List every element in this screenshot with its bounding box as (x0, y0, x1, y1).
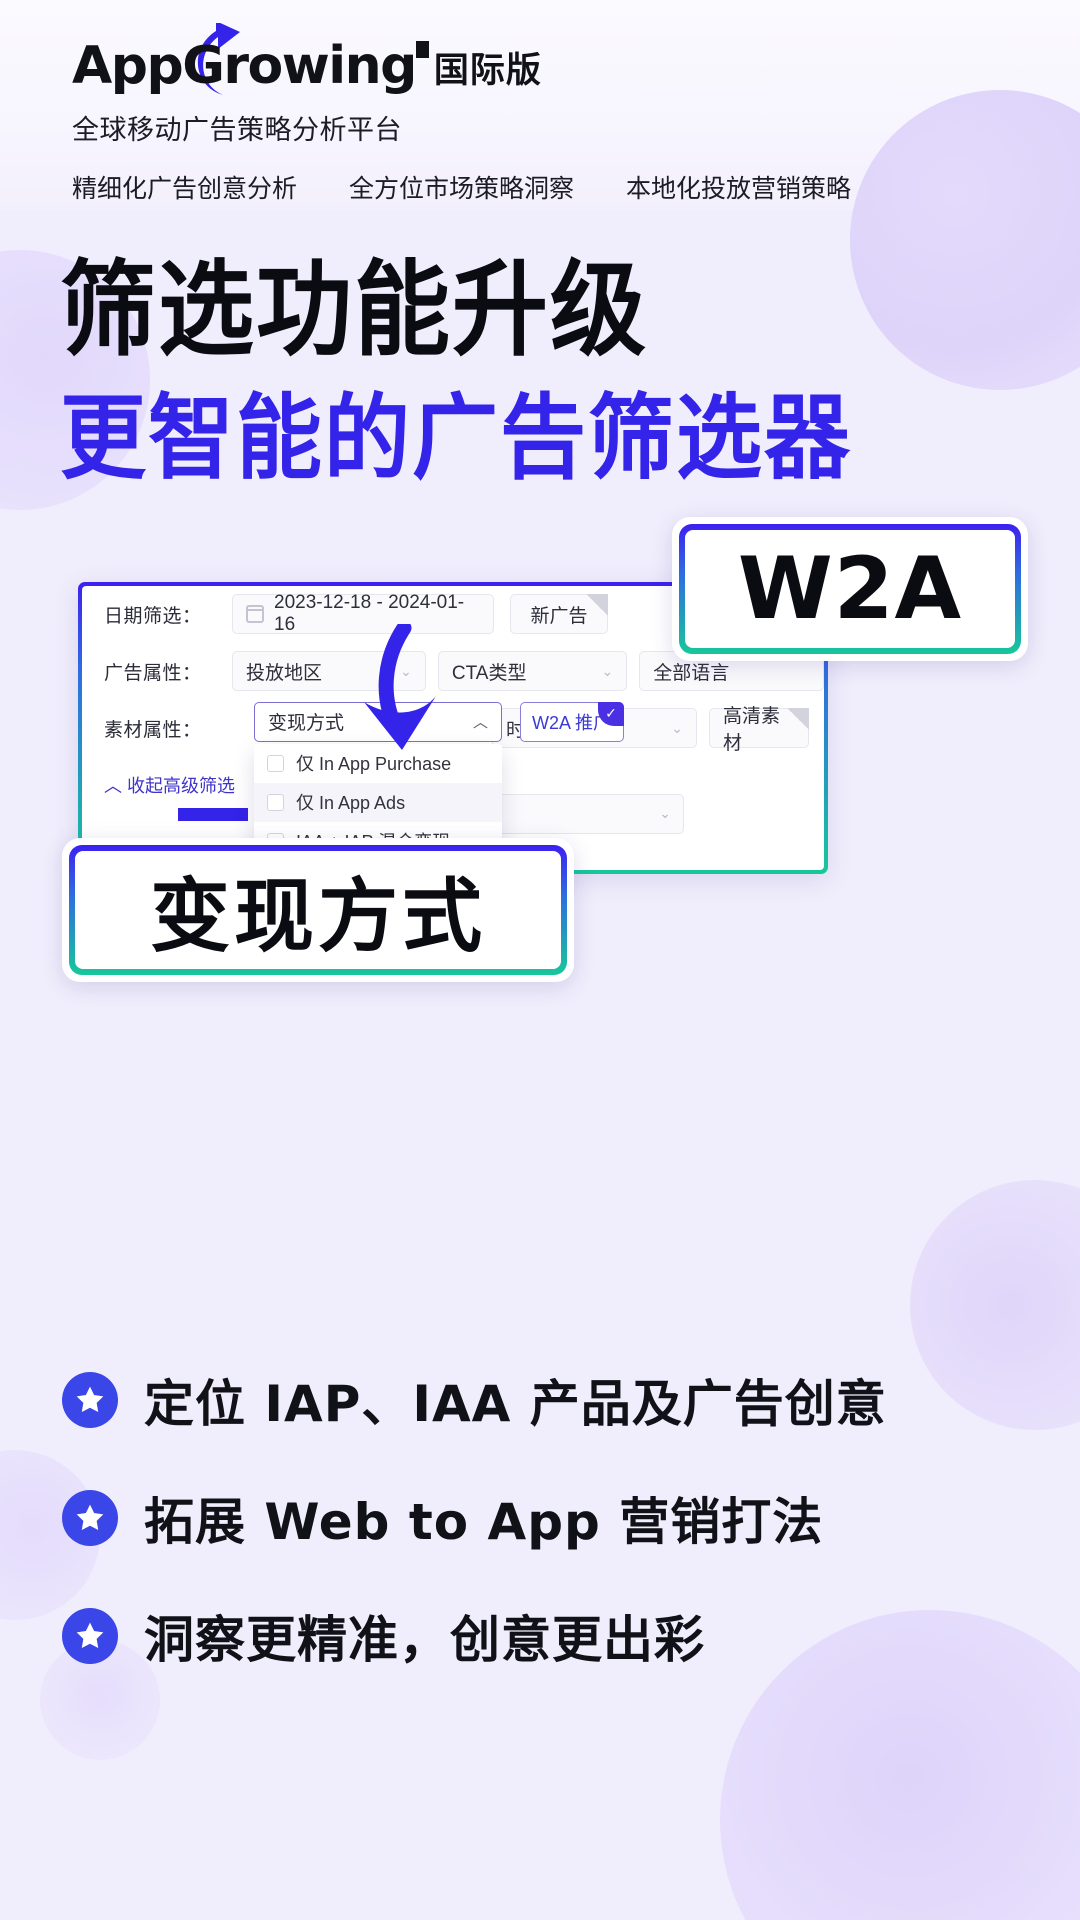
chevron-down-icon: ⌄ (601, 662, 614, 679)
new-ads-chip[interactable]: 新广告 (510, 594, 608, 635)
collapse-advanced-filters-link[interactable]: ︿ 收起高级筛选 (104, 772, 235, 798)
filter-label-ad-attributes: 广告属性： (104, 662, 202, 684)
callout-w2a: W2A (672, 516, 1028, 661)
callout-monetization-border: 变现方式 (69, 844, 567, 975)
chip-corner-icon (787, 708, 809, 731)
dropdown-option-label: 仅 In App Ads (296, 793, 406, 814)
new-ads-chip-label: 新广告 (530, 605, 588, 627)
filter-label-creative-attributes: 素材属性： (104, 719, 202, 741)
filter-label-date: 日期筛选： (104, 605, 202, 627)
headline-block: 筛选功能升级 更智能的广告筛选器 (0, 249, 1080, 488)
bullet-item: 拓展 Web to App 营销打法 (62, 1482, 1080, 1554)
star-badge-icon (62, 1607, 118, 1664)
pointer-arrow-icon (364, 623, 436, 750)
headline-primary: 筛选功能升级 (60, 249, 648, 371)
tagline-2: 全方位市场策略洞察 (349, 175, 575, 203)
callout-monetization-text: 变现方式 (75, 850, 561, 969)
feature-bullet-list: 定位 IAP、IAA 产品及广告创意 拓展 Web to App 营销打法 洞察… (0, 1364, 1080, 1672)
chevron-up-icon: ︿ (104, 775, 122, 796)
bullet-item: 定位 IAP、IAA 产品及广告创意 (62, 1364, 1080, 1436)
checkbox-icon[interactable] (267, 754, 284, 772)
logo-edition-badge: 国际版 (433, 51, 542, 90)
calendar-icon (246, 605, 264, 624)
headline-secondary: 更智能的广告筛选器 (60, 384, 852, 493)
logo-row: AppGrowing 国际版 (72, 23, 1080, 95)
chevron-down-icon: ⌄ (659, 805, 671, 822)
star-badge-icon (62, 1489, 118, 1546)
logo-wordmark: AppGrowing (72, 36, 417, 96)
hd-material-label: 高清素材 (723, 706, 781, 755)
callout-monetization: 变现方式 (62, 837, 574, 982)
monetization-select-value: 变现方式 (268, 713, 345, 735)
star-badge-icon (62, 1371, 118, 1428)
hd-material-chip[interactable]: 高清素材 (709, 706, 809, 754)
brand-subtitle: 全球移动广告策略分析平台 (72, 115, 402, 145)
bullet-label: 定位 IAP、IAA 产品及广告创意 (144, 1374, 887, 1433)
screenshot-showcase: 日期筛选： 2023-12-18 - 2024-01-16 新广告 广告属性： … (0, 516, 1080, 1082)
language-value: 全部语言 (653, 662, 730, 684)
chevron-down-icon: ⌄ (671, 719, 683, 736)
placeholder-select-right[interactable]: ⌄ (474, 793, 684, 834)
tagline-1: 精细化广告创意分析 (72, 175, 298, 203)
logo: AppGrowing (72, 23, 429, 95)
w2a-promotion-chip[interactable]: W2A 推广 ✓ (520, 701, 624, 742)
dropdown-option-iaa[interactable]: 仅 In App Ads (254, 782, 502, 822)
checkbox-icon[interactable] (267, 793, 284, 811)
logo-square-mark (415, 41, 429, 58)
collapse-link-label: 收起高级筛选 (127, 775, 236, 796)
header: AppGrowing 国际版 全球移动广告策略分析平台 精细化广告创意分析 全方… (0, 0, 1080, 205)
tagline-3: 本地化投放营销策略 (626, 175, 852, 203)
bullet-item: 洞察更精准，创意更出彩 (62, 1600, 1080, 1672)
tagline-list: 精细化广告创意分析 全方位市场策略洞察 本地化投放营销策略 (72, 169, 1080, 205)
bullet-label: 拓展 Web to App 营销打法 (144, 1492, 824, 1551)
accent-bar (178, 807, 248, 821)
callout-w2a-border: W2A (679, 523, 1021, 654)
callout-w2a-text: W2A (685, 529, 1015, 648)
region-select-value: 投放地区 (246, 662, 323, 684)
chip-corner-icon (586, 594, 608, 617)
bullet-label: 洞察更精准，创意更出彩 (144, 1610, 705, 1669)
